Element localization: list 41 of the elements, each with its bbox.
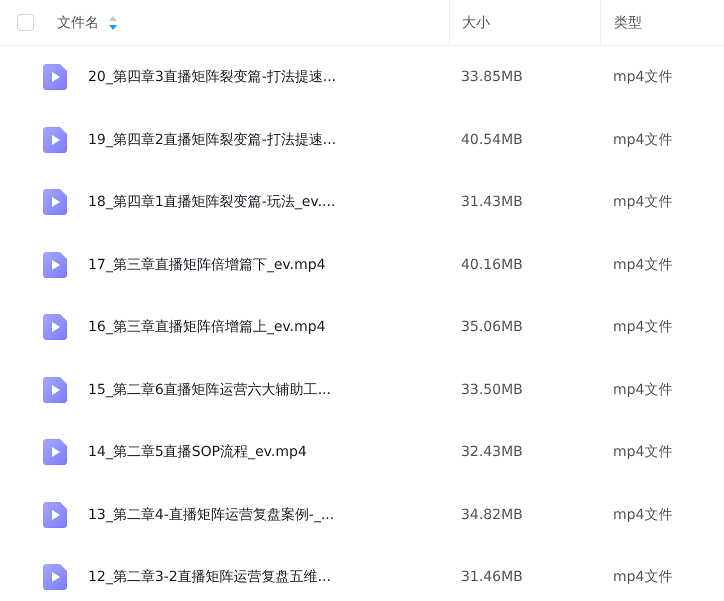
file-size: 31.46MB xyxy=(460,569,524,586)
file-size: 40.54MB xyxy=(460,132,524,148)
column-header[interactable]: 类型 xyxy=(614,14,642,32)
video-file-icon xyxy=(43,314,67,340)
file-size: 33.50MB xyxy=(460,382,524,398)
file-type: mp4文件 xyxy=(612,443,674,462)
file-type: mp4文件 xyxy=(612,380,674,399)
file-type: mp4文件 xyxy=(612,130,674,149)
video-file-icon xyxy=(43,126,67,153)
file-type: mp4文件 xyxy=(612,318,674,336)
file-name[interactable]: 12_第二章3-2直播矩阵运营复盘五维... xyxy=(88,568,332,586)
column-header[interactable]: 大小 xyxy=(462,14,490,32)
video-file-icon xyxy=(43,502,67,528)
file-size: 31.43MB xyxy=(460,194,524,210)
file-name[interactable]: 18_第四章1直播矩阵裂变篇-玩法_ev.... xyxy=(88,193,336,212)
file-name[interactable]: 15_第二章6直播矩阵运营六大辅助工... xyxy=(88,380,332,399)
file-name[interactable]: 17_第三章直播矩阵倍增篇下_ev.mp4 xyxy=(88,256,326,274)
file-size: 33.85MB xyxy=(460,69,524,86)
file-type: mp4文件 xyxy=(612,256,674,274)
column-header[interactable]: 文件名 xyxy=(57,14,99,32)
file-name[interactable]: 16_第三章直播矩阵倍增篇上_ev.mp4 xyxy=(88,318,326,336)
file-size: 35.06MB xyxy=(460,319,524,336)
file-type: mp4文件 xyxy=(612,193,674,212)
sort-icon[interactable] xyxy=(109,16,117,30)
video-file-icon xyxy=(43,439,67,466)
video-file-icon xyxy=(43,376,67,403)
file-name[interactable]: 13_第二章4-直播矩阵运营复盘案例-_... xyxy=(88,506,334,524)
video-file-icon xyxy=(43,189,67,216)
file-name[interactable]: 20_第四章3直播矩阵裂变篇-打法提速... xyxy=(88,68,336,86)
video-file-icon xyxy=(43,64,67,90)
file-size: 34.82MB xyxy=(460,506,524,523)
file-name[interactable]: 19_第四章2直播矩阵裂变篇-打法提速... xyxy=(88,130,336,149)
file-type: mp4文件 xyxy=(612,568,674,586)
file-size: 32.43MB xyxy=(460,444,524,460)
file-type: mp4文件 xyxy=(612,506,674,524)
video-file-icon xyxy=(43,564,67,590)
video-file-icon xyxy=(43,252,67,278)
file-type: mp4文件 xyxy=(612,68,674,86)
select-all-checkbox[interactable] xyxy=(17,14,34,31)
file-name[interactable]: 14_第二章5直播SOP流程_ev.mp4 xyxy=(88,443,307,462)
file-size: 40.16MB xyxy=(460,256,524,273)
